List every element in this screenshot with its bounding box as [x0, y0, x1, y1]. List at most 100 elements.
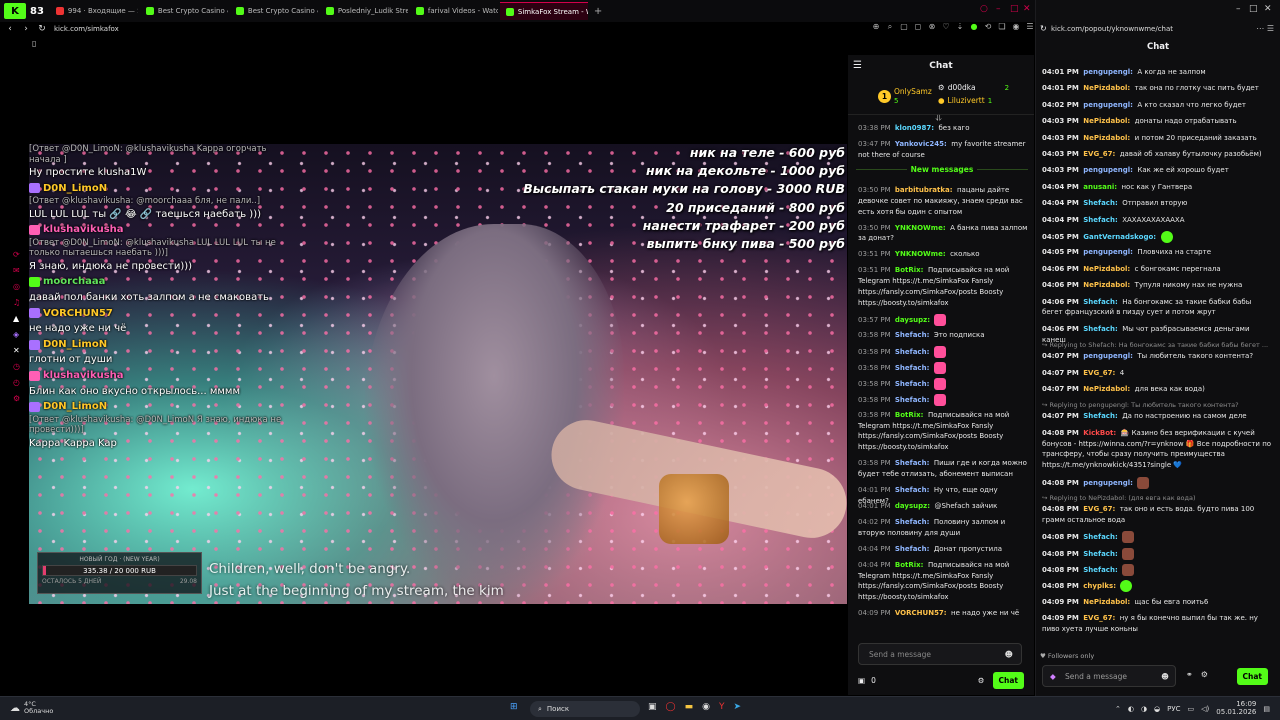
message-username[interactable]: YNKNOWme:	[895, 224, 948, 232]
message-username[interactable]: NePizdabol:	[1083, 281, 1132, 289]
popout-reload-icon[interactable]: ↻	[1040, 24, 1047, 33]
message-username[interactable]: EVG_67:	[1083, 505, 1117, 513]
notifications-icon[interactable]: ▤	[1263, 705, 1270, 713]
message-username[interactable]: Shefach:	[895, 331, 932, 339]
bookmark-icon[interactable]: ◻	[913, 22, 923, 32]
popout-emoji-icon[interactable]: ☻	[1161, 672, 1169, 681]
message-username[interactable]: Shefach:	[1083, 298, 1120, 306]
popout-menu-icon[interactable]: ⋯ ☰	[1256, 24, 1274, 33]
message-username[interactable]: Shefach:	[1083, 550, 1120, 558]
popout-send-button[interactable]: Chat	[1236, 668, 1268, 685]
message-username[interactable]: pengupengl:	[1083, 352, 1135, 360]
extension-green-icon[interactable]: ●	[969, 22, 979, 32]
message-username[interactable]: Shefach:	[1083, 412, 1120, 420]
emoji-icon[interactable]: ☻	[1005, 650, 1013, 659]
message-username[interactable]: Shefach:	[1083, 199, 1120, 207]
downloads-icon[interactable]: ⇣	[955, 22, 965, 32]
message-username[interactable]: Shefach:	[895, 486, 932, 494]
sidebar-x-icon[interactable]: ✕	[13, 346, 25, 355]
share-icon[interactable]: ⚭	[1186, 670, 1193, 679]
message-username[interactable]: pengupengl:	[1083, 479, 1135, 487]
message-username[interactable]: EVG_67:	[1083, 614, 1117, 622]
message-username[interactable]: Shefach:	[1083, 216, 1120, 224]
sidebar-mail-icon[interactable]: ✉	[13, 266, 25, 275]
message-username[interactable]: Shefach:	[895, 348, 932, 356]
profile-icon[interactable]: ◉	[1011, 22, 1021, 32]
message-username[interactable]: Shefach:	[1083, 533, 1120, 541]
message-username[interactable]: NePizdabol:	[1083, 84, 1132, 92]
language-indicator[interactable]: РУС	[1167, 705, 1180, 713]
browser-tab[interactable]: Best Crypto Casino & Bitc	[140, 2, 228, 20]
message-username[interactable]: EVG_67:	[1083, 369, 1117, 377]
message-username[interactable]: BotRix:	[895, 266, 926, 274]
message-username[interactable]: VORCHUN57:	[895, 609, 949, 617]
popout-chat-input[interactable]: ◆ Send a message ☻	[1042, 665, 1176, 687]
settings-icon[interactable]: ⚙	[978, 676, 985, 685]
minimize-icon[interactable]: ○	[980, 4, 988, 14]
sidebar-clock-icon[interactable]: ◷	[13, 362, 25, 371]
message-username[interactable]: BotRix:	[895, 561, 926, 569]
message-username[interactable]: Shefach:	[1083, 566, 1120, 574]
message-username[interactable]: NePizdabol:	[1083, 134, 1132, 142]
taskbar-search[interactable]: ⌕ Поиск	[530, 701, 640, 717]
close-icon[interactable]: ✕	[1023, 4, 1031, 14]
chrome-icon[interactable]: ◉	[702, 702, 710, 712]
collapse-chat-icon[interactable]: ☰	[853, 60, 862, 71]
volume-icon[interactable]: ◁)	[1201, 705, 1209, 713]
start-icon[interactable]: ⊞	[510, 702, 518, 712]
message-username[interactable]: Shefach:	[1083, 325, 1120, 333]
message-username[interactable]: Shefach:	[895, 518, 932, 526]
message-username[interactable]: daysupz:	[895, 502, 933, 510]
popout-minimize-icon[interactable]: –	[1236, 4, 1241, 14]
weather-widget[interactable]: ☁ 4°C Облачно	[10, 701, 53, 715]
message-username[interactable]: GantVernadskogo:	[1083, 233, 1158, 241]
chat-input[interactable]: Send a message ☻	[858, 643, 1022, 665]
sidebar-alert-icon[interactable]: ▲	[13, 314, 25, 323]
menu-icon[interactable]: ☰	[1025, 22, 1035, 32]
browser-tab[interactable]: 994 · Входящие — Яндек	[50, 2, 138, 20]
search-icon[interactable]: ⌕	[885, 22, 895, 32]
send-chat-button[interactable]: Chat	[992, 671, 1024, 689]
sidebar-history-icon[interactable]: ◴	[13, 378, 25, 387]
popout-close-icon[interactable]: ✕	[1264, 4, 1272, 14]
message-username[interactable]: Shefach:	[895, 459, 932, 467]
forward-icon[interactable]: ›	[20, 24, 32, 34]
explorer-icon[interactable]: ▬	[685, 702, 694, 712]
browser-tab[interactable]: Best Crypto Casino & Bitc	[230, 2, 318, 20]
popout-maximize-icon[interactable]: □	[1249, 4, 1258, 14]
message-username[interactable]: pengupengl:	[1083, 166, 1135, 174]
message-username[interactable]: NePizdabol:	[1083, 598, 1132, 606]
message-username[interactable]: NePizdabol:	[1083, 385, 1132, 393]
message-username[interactable]: anusani:	[1083, 183, 1119, 191]
sidebar-settings-icon[interactable]: ⚙	[13, 394, 25, 403]
reload-icon[interactable]: ↻	[36, 24, 48, 34]
message-username[interactable]: Shefach:	[895, 364, 932, 372]
popout-url[interactable]: kick.com/popout/yknownwme/chat	[1051, 25, 1173, 33]
yandex-icon[interactable]: Y	[719, 702, 725, 712]
sidebar-twitch-icon[interactable]: ◈	[13, 330, 25, 339]
message-username[interactable]: NePizdabol:	[1083, 265, 1132, 273]
message-username[interactable]: Yankovic245:	[895, 140, 949, 148]
mic-icon[interactable]: ◆	[1050, 672, 1056, 681]
leader-1[interactable]: 1 OnlySamz 5	[878, 87, 932, 105]
message-username[interactable]: Shefach:	[895, 545, 932, 553]
message-username[interactable]: pengupengl:	[1083, 68, 1135, 76]
points-icon[interactable]: ▣	[858, 676, 865, 685]
message-username[interactable]: YNKNOWme:	[895, 250, 948, 258]
browser-tab[interactable]: Posledniy_Ludik Stream -	[320, 2, 408, 20]
browser-tab[interactable]: SimkaFox Stream - Wa	[499, 2, 588, 20]
message-username[interactable]: daysupz:	[895, 316, 933, 324]
message-username[interactable]: pengupengl:	[1083, 101, 1135, 109]
message-username[interactable]: BotRix:	[895, 411, 926, 419]
clock[interactable]: 16:09 05.01.2026	[1216, 700, 1256, 716]
opera-icon[interactable]: ◯	[666, 702, 676, 712]
tray-app-icon[interactable]: ◒	[1154, 705, 1160, 713]
sync-icon[interactable]: ⟲	[983, 22, 993, 32]
message-username[interactable]: chyplks:	[1083, 582, 1118, 590]
browser-tab[interactable]: farival Videos - Watch On	[410, 2, 498, 20]
telegram-icon[interactable]: ➤	[733, 702, 741, 712]
new-messages-divider[interactable]: New messages	[856, 165, 1028, 179]
leader-2[interactable]: ⚙ d00dka 2	[938, 83, 1009, 92]
sidebar-chat-icon[interactable]: ◎	[13, 282, 25, 291]
message-username[interactable]: EVG_67:	[1083, 150, 1117, 158]
